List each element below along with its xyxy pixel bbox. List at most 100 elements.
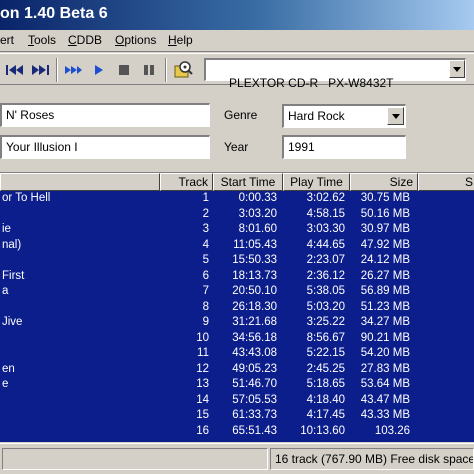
toolbar: PLEXTOR CD-R PX-W8432T: [0, 53, 474, 90]
track-start-time: 20:50.10: [232, 285, 277, 297]
menu-tools[interactable]: Tools: [28, 33, 56, 47]
menu-bar: ert Tools CDDB Options Help: [0, 30, 474, 52]
column-header-start-time[interactable]: Start Time: [213, 173, 283, 191]
track-number: 2: [202, 207, 209, 220]
track-play-time: 2:23.07: [306, 254, 345, 266]
track-size: 90.21 MB: [360, 331, 410, 344]
table-row[interactable]: e 13 51:46.70 5:18.65 53.64 MB: [0, 378, 474, 394]
genre-select[interactable]: Hard Rock: [282, 104, 406, 128]
track-title: First: [2, 269, 25, 282]
year-label: Year: [224, 140, 249, 154]
track-play-time: 4:18.40: [306, 393, 345, 406]
table-row[interactable]: or To Hell 1 0:00.33 3:02.62 30.75 MB: [0, 192, 474, 208]
table-row[interactable]: 16 65:51.43 10:13.60 103.26: [0, 425, 474, 441]
toolbar-separator: [56, 58, 58, 82]
menu-convert[interactable]: ert: [0, 33, 14, 47]
track-number: 14: [196, 393, 209, 406]
track-size: 24.12 MB: [360, 254, 410, 266]
pause-icon[interactable]: [138, 59, 160, 81]
artist-field[interactable]: N' Roses: [0, 103, 210, 127]
table-row[interactable]: Jive 9 31:21.68 3:25.22 34.27 MB: [0, 316, 474, 332]
track-play-time: 3:03.30: [306, 223, 345, 235]
track-size: 47.92 MB: [360, 238, 410, 251]
track-number: 6: [202, 269, 209, 282]
track-start-time: 61:33.73: [232, 409, 277, 421]
track-number: 7: [202, 285, 209, 297]
track-start-time: 15:50.33: [232, 254, 277, 266]
track-list[interactable]: Track Start Time Play Time Size S or To …: [0, 172, 474, 442]
track-play-time: 4:17.45: [306, 409, 345, 421]
album-field[interactable]: Your Illusion I: [0, 135, 210, 159]
track-size: 34.27 MB: [360, 316, 410, 328]
track-start-time: 11:05.43: [233, 238, 277, 251]
table-row[interactable]: 8 26:18.30 5:03.20 51.23 MB: [0, 301, 474, 317]
cddb-lookup-icon[interactable]: [172, 59, 194, 81]
track-number: 9: [202, 316, 209, 328]
track-number: 16: [196, 424, 209, 437]
track-size: 43.33 MB: [360, 409, 410, 421]
chevron-down-icon[interactable]: [387, 107, 404, 125]
column-header-track[interactable]: Track: [160, 173, 213, 191]
track-size: 50.16 MB: [360, 207, 410, 220]
column-header-size[interactable]: Size: [350, 173, 418, 191]
table-row[interactable]: 14 57:05.53 4:18.40 43.47 MB: [0, 394, 474, 410]
stop-icon[interactable]: [113, 59, 135, 81]
track-play-time: 10:13.60: [300, 424, 345, 437]
track-size: 54.20 MB: [360, 347, 410, 359]
track-start-time: 26:18.30: [232, 300, 277, 313]
track-size: 27.83 MB: [360, 362, 410, 375]
track-number: 11: [197, 347, 209, 359]
table-row[interactable]: 2 3:03.20 4:58.15 50.16 MB: [0, 208, 474, 224]
track-start-time: 57:05.53: [232, 393, 277, 406]
table-row[interactable]: nal) 4 11:05.43 4:44.65 47.92 MB: [0, 239, 474, 255]
track-play-time: 3:25.22: [306, 316, 345, 328]
track-title: en: [2, 362, 15, 375]
skip-forward-icon[interactable]: [29, 59, 51, 81]
chevron-down-icon[interactable]: [449, 60, 465, 78]
table-row[interactable]: 5 15:50.33 2:23.07 24.12 MB: [0, 254, 474, 270]
table-row[interactable]: 15 61:33.73 4:17.45 43.33 MB: [0, 409, 474, 425]
track-play-time: 8:56.67: [306, 331, 345, 344]
column-header-status[interactable]: S: [418, 173, 474, 191]
fast-forward-icon[interactable]: [62, 59, 84, 81]
track-size: 43.47 MB: [360, 393, 410, 406]
track-title: Jive: [2, 316, 23, 328]
track-play-time: 2:36.12: [306, 269, 345, 282]
year-field[interactable]: 1991: [282, 135, 406, 159]
track-number: 12: [196, 362, 209, 375]
track-start-time: 65:51.43: [232, 424, 277, 437]
track-start-time: 18:13.73: [232, 269, 277, 282]
app-window: on 1.40 Beta 6 ert Tools CDDB Options He…: [0, 0, 474, 474]
table-row[interactable]: en 12 49:05.23 2:45.25 27.83 MB: [0, 363, 474, 379]
track-size: 103.26: [374, 424, 410, 437]
track-play-time: 5:38.05: [306, 285, 345, 297]
track-start-time: 8:01.60: [238, 223, 277, 235]
track-size: 30.97 MB: [360, 223, 410, 235]
column-header-title[interactable]: [0, 173, 160, 191]
track-play-time: 5:22.15: [306, 347, 345, 359]
year-value: 1991: [288, 140, 315, 154]
track-title: nal): [2, 238, 22, 251]
menu-help[interactable]: Help: [168, 33, 193, 47]
genre-label: Genre: [224, 108, 258, 122]
drive-select[interactable]: PLEXTOR CD-R PX-W8432T: [204, 58, 466, 90]
menu-cddb[interactable]: CDDB: [68, 33, 102, 47]
track-play-time: 4:58.15: [306, 207, 345, 220]
album-value: Your Illusion I: [6, 140, 78, 154]
table-row[interactable]: 10 34:56.18 8:56.67 90.21 MB: [0, 332, 474, 348]
track-number: 15: [196, 409, 209, 421]
play-icon[interactable]: [88, 59, 110, 81]
table-row[interactable]: 11 43:43.08 5:22.15 54.20 MB: [0, 347, 474, 363]
menu-options[interactable]: Options: [115, 33, 156, 47]
skip-back-icon[interactable]: [4, 59, 26, 81]
title-bar[interactable]: on 1.40 Beta 6: [0, 0, 474, 30]
track-start-time: 0:00.33: [238, 192, 277, 204]
track-number: 1: [202, 192, 209, 204]
table-row[interactable]: a 7 20:50.10 5:38.05 56.89 MB: [0, 285, 474, 301]
table-row[interactable]: ie 3 8:01.60 3:03.30 30.97 MB: [0, 223, 474, 239]
track-number: 3: [202, 223, 209, 235]
track-play-time: 5:18.65: [306, 378, 345, 390]
track-number: 4: [202, 238, 209, 251]
table-row[interactable]: First 6 18:13.73 2:36.12 26.27 MB: [0, 270, 474, 286]
column-header-play-time[interactable]: Play Time: [283, 173, 350, 191]
